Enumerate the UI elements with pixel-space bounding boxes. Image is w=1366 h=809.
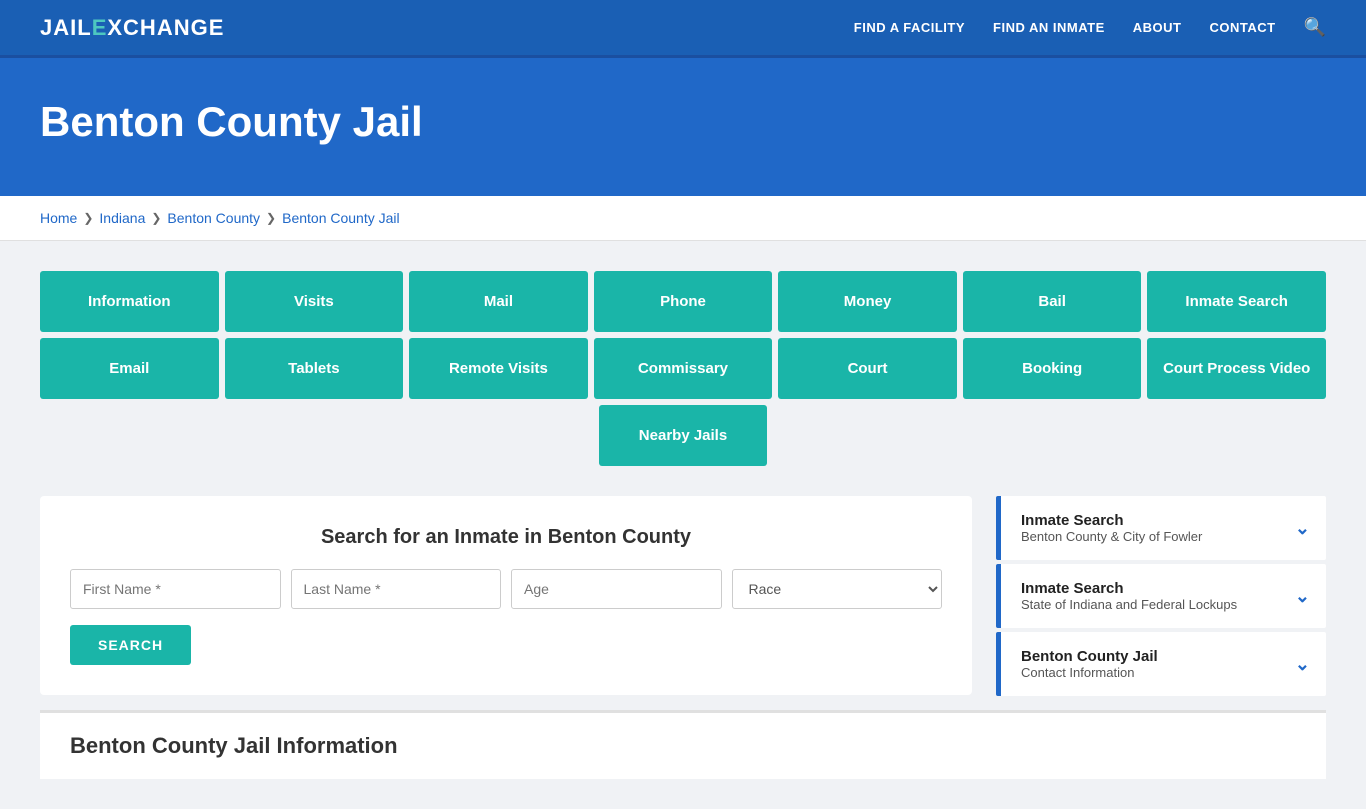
breadcrumb-sep-1: ❯ xyxy=(83,211,93,225)
btn-booking[interactable]: Booking xyxy=(963,338,1142,399)
breadcrumb-benton-county-jail[interactable]: Benton County Jail xyxy=(282,210,400,226)
breadcrumb-sep-2: ❯ xyxy=(151,211,161,225)
chevron-down-icon-3: ⌄ xyxy=(1295,654,1310,675)
race-select[interactable]: Race White Black Hispanic Asian Native A… xyxy=(732,569,943,609)
btn-email[interactable]: Email xyxy=(40,338,219,399)
main-content: Information Visits Mail Phone Money Bail… xyxy=(0,241,1366,809)
jail-info-section: Benton County Jail Information xyxy=(40,710,1326,779)
sidebar: Inmate Search Benton County & City of Fo… xyxy=(996,496,1326,700)
hero-section: Benton County Jail xyxy=(0,58,1366,196)
button-grid-row2: Email Tablets Remote Visits Commissary C… xyxy=(40,338,1326,399)
sidebar-item-contact-info[interactable]: Benton County Jail Contact Information ⌄ xyxy=(996,632,1326,696)
nav-about[interactable]: ABOUT xyxy=(1133,20,1182,35)
btn-visits[interactable]: Visits xyxy=(225,271,404,332)
lower-section: Search for an Inmate in Benton County Ra… xyxy=(40,496,1326,700)
search-card: Search for an Inmate in Benton County Ra… xyxy=(40,496,972,695)
navbar: JAILEXCHANGE FIND A FACILITY FIND AN INM… xyxy=(0,0,1366,58)
last-name-input[interactable] xyxy=(291,569,502,609)
breadcrumb-benton-county[interactable]: Benton County xyxy=(167,210,260,226)
search-title: Search for an Inmate in Benton County xyxy=(70,526,942,549)
btn-mail[interactable]: Mail xyxy=(409,271,588,332)
sidebar-label-2: Inmate Search xyxy=(1021,580,1237,597)
breadcrumb-indiana[interactable]: Indiana xyxy=(99,210,145,226)
btn-tablets[interactable]: Tablets xyxy=(225,338,404,399)
btn-commissary[interactable]: Commissary xyxy=(594,338,773,399)
search-icon[interactable]: 🔍 xyxy=(1304,17,1326,38)
sidebar-label-1: Inmate Search xyxy=(1021,512,1202,529)
nav-find-inmate[interactable]: FIND AN INMATE xyxy=(993,20,1105,35)
breadcrumb: Home ❯ Indiana ❯ Benton County ❯ Benton … xyxy=(0,196,1366,241)
btn-money[interactable]: Money xyxy=(778,271,957,332)
page-title: Benton County Jail xyxy=(40,98,1326,146)
nav-links: FIND A FACILITY FIND AN INMATE ABOUT CON… xyxy=(854,17,1326,38)
search-inputs: Race White Black Hispanic Asian Native A… xyxy=(70,569,942,609)
button-grid-row1: Information Visits Mail Phone Money Bail… xyxy=(40,271,1326,332)
chevron-down-icon-1: ⌄ xyxy=(1295,518,1310,539)
breadcrumb-sep-3: ❯ xyxy=(266,211,276,225)
search-button[interactable]: SEARCH xyxy=(70,625,191,665)
btn-nearby-jails[interactable]: Nearby Jails xyxy=(599,405,767,466)
age-input[interactable] xyxy=(511,569,722,609)
logo-jail: JAIL xyxy=(40,15,92,41)
breadcrumb-home[interactable]: Home xyxy=(40,210,77,226)
btn-court-process-video[interactable]: Court Process Video xyxy=(1147,338,1326,399)
nav-find-facility[interactable]: FIND A FACILITY xyxy=(854,20,965,35)
sidebar-sub-2: State of Indiana and Federal Lockups xyxy=(1021,597,1237,612)
jail-info-heading: Benton County Jail Information xyxy=(70,733,1296,759)
button-grid-row3: Nearby Jails xyxy=(40,405,1326,466)
btn-bail[interactable]: Bail xyxy=(963,271,1142,332)
btn-court[interactable]: Court xyxy=(778,338,957,399)
sidebar-label-3: Benton County Jail xyxy=(1021,648,1158,665)
btn-remote-visits[interactable]: Remote Visits xyxy=(409,338,588,399)
first-name-input[interactable] xyxy=(70,569,281,609)
site-logo: JAILEXCHANGE xyxy=(40,15,224,41)
nav-contact[interactable]: CONTACT xyxy=(1209,20,1275,35)
logo-exchange: XCHANGE xyxy=(107,15,224,41)
sidebar-sub-1: Benton County & City of Fowler xyxy=(1021,529,1202,544)
logo-x: E xyxy=(92,15,108,41)
sidebar-item-inmate-search-benton[interactable]: Inmate Search Benton County & City of Fo… xyxy=(996,496,1326,560)
btn-information[interactable]: Information xyxy=(40,271,219,332)
sidebar-sub-3: Contact Information xyxy=(1021,665,1158,680)
chevron-down-icon-2: ⌄ xyxy=(1295,586,1310,607)
sidebar-item-inmate-search-indiana[interactable]: Inmate Search State of Indiana and Feder… xyxy=(996,564,1326,628)
btn-phone[interactable]: Phone xyxy=(594,271,773,332)
btn-inmate-search[interactable]: Inmate Search xyxy=(1147,271,1326,332)
